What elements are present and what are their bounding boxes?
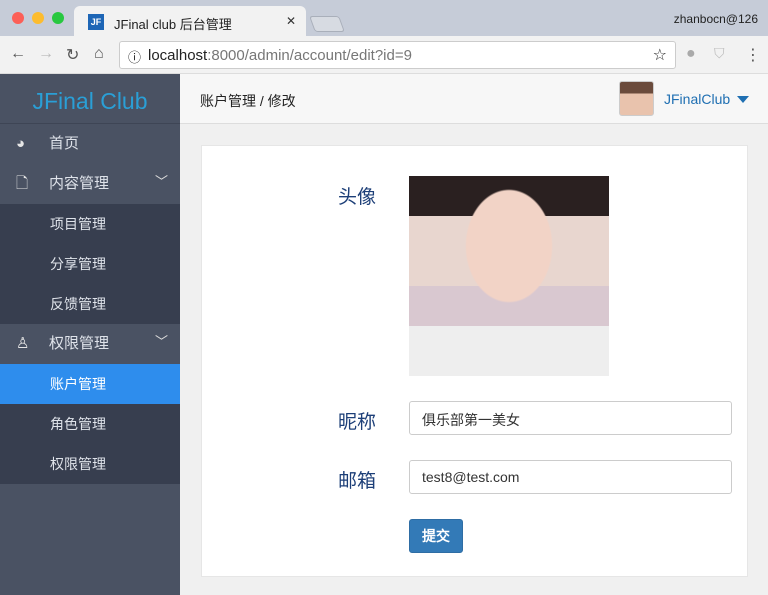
avatar-image[interactable] xyxy=(409,176,609,376)
sidebar-item-content[interactable]: 🗋 内容管理 ﹀ xyxy=(0,164,180,204)
url-host: localhost xyxy=(148,47,208,64)
nickname-input[interactable]: 俱乐部第一美女 xyxy=(409,401,732,435)
address-bar[interactable]: ⓘ localhost:8000/admin/account/edit?id=9… xyxy=(119,41,676,69)
sidebar-item-accounts[interactable]: 账户管理 xyxy=(0,364,180,404)
favicon-icon: JF xyxy=(88,14,104,30)
label: 分享管理 xyxy=(50,256,106,272)
shield-extension-icon[interactable]: ⛉ xyxy=(714,45,725,62)
label: 权限管理 xyxy=(49,335,110,352)
label: 角色管理 xyxy=(50,416,106,432)
reload-icon[interactable]: ↻ xyxy=(66,45,79,65)
profile-name[interactable]: zhanbocn@126 xyxy=(674,12,758,26)
edit-form: 头像 昵称 俱乐部第一美女 邮箱 test8@test.com 提交 xyxy=(201,145,748,577)
sidebar-item-shares[interactable]: 分享管理 xyxy=(0,244,180,284)
label: 账户管理 xyxy=(50,376,106,392)
chevron-down-icon: ﹀ xyxy=(154,334,168,349)
url-path: :8000/admin/account/edit?id=9 xyxy=(207,47,412,64)
bookmark-star-icon[interactable]: ☆ xyxy=(653,45,667,65)
label: 内容管理 xyxy=(49,175,110,192)
email-label: 邮箱 xyxy=(338,471,377,492)
minimize-window-button[interactable] xyxy=(32,12,44,24)
browser-tab[interactable]: JF JFinal club 后台管理 ✕ xyxy=(74,6,306,37)
menu-icon[interactable]: ⋮ xyxy=(745,45,761,65)
browser-toolbar: ← → ↻ ⌂ ⓘ localhost:8000/admin/account/e… xyxy=(0,36,768,74)
forward-icon[interactable]: → xyxy=(38,45,54,63)
sidebar-item-feedback[interactable]: 反馈管理 xyxy=(0,284,180,324)
sidebar-item-projects[interactable]: 项目管理 xyxy=(0,204,180,244)
sidebar-item-home[interactable]: ◕ 首页 xyxy=(0,124,180,164)
sidebar-item-permissions[interactable]: 权限管理 xyxy=(0,444,180,484)
browser-titlebar: JF JFinal club 后台管理 ✕ zhanbocn@126 xyxy=(0,0,768,37)
info-icon: ⓘ xyxy=(128,50,142,65)
sidebar-item-roles[interactable]: 角色管理 xyxy=(0,404,180,444)
extension-icon[interactable]: ● xyxy=(686,45,696,63)
avatar-label: 头像 xyxy=(338,187,377,208)
back-icon[interactable]: ← xyxy=(10,45,26,63)
maximize-window-button[interactable] xyxy=(52,12,64,24)
new-tab-button[interactable] xyxy=(309,16,345,32)
close-window-button[interactable] xyxy=(12,12,24,24)
tab-title: JFinal club 后台管理 xyxy=(114,17,232,32)
sidebar: JFinal Club ◕ 首页 🗋 内容管理 ﹀ 项目管理 分享管理 反馈管理 ♙ 权… xyxy=(0,74,180,595)
close-tab-icon[interactable]: ✕ xyxy=(286,14,296,28)
caret-down-icon[interactable] xyxy=(737,96,749,103)
submit-button[interactable]: 提交 xyxy=(409,519,463,553)
home-icon[interactable]: ⌂ xyxy=(94,45,104,63)
avatar[interactable] xyxy=(619,81,654,116)
header: 账户管理 / 修改 JFinalClub xyxy=(180,74,768,124)
label: 权限管理 xyxy=(50,456,106,472)
chevron-down-icon: ﹀ xyxy=(154,174,168,189)
logo[interactable]: JFinal Club xyxy=(0,74,180,124)
breadcrumb: 账户管理 / 修改 xyxy=(200,93,296,109)
label: 反馈管理 xyxy=(50,296,106,312)
label: 首页 xyxy=(49,135,80,152)
file-icon: 🗋 xyxy=(16,175,29,192)
sidebar-item-permissions-group[interactable]: ♙ 权限管理 ﹀ xyxy=(0,324,180,364)
nickname-label: 昵称 xyxy=(338,412,377,433)
user-icon: ♙ xyxy=(16,335,30,352)
email-input[interactable]: test8@test.com xyxy=(409,460,732,494)
label: 项目管理 xyxy=(50,216,106,232)
user-menu[interactable]: JFinalClub xyxy=(664,91,730,107)
dashboard-icon: ◕ xyxy=(16,135,26,152)
